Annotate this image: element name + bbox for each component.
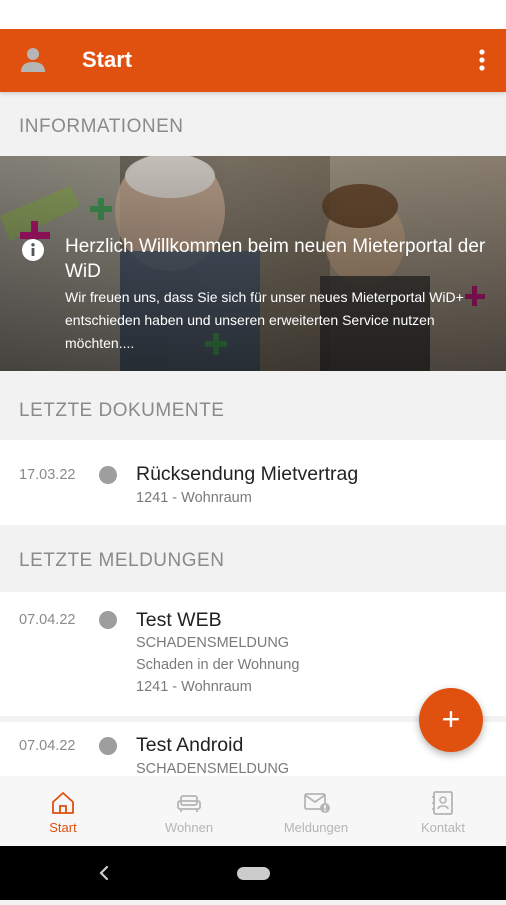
- bottom-navigation: Start Wohnen Meldungen Kontakt: [0, 776, 506, 846]
- nav-item-start[interactable]: Start: [0, 776, 126, 846]
- home-pill-icon[interactable]: [237, 867, 270, 880]
- contact-book-icon: [432, 791, 453, 815]
- status-dot: [99, 466, 117, 484]
- nav-item-meldungen[interactable]: Meldungen: [253, 776, 379, 846]
- sofa-icon: [177, 795, 201, 812]
- document-subtitle: 1241 - Wohnraum: [136, 490, 252, 506]
- banner-title: Herzlich Willkommen beim neuen Mieterpor…: [65, 236, 486, 282]
- report-date: 07.04.22: [19, 612, 76, 628]
- document-date: 17.03.22: [19, 467, 76, 483]
- section-header-dokumente: LETZTE DOKUMENTE: [19, 400, 225, 421]
- more-vert-icon[interactable]: [472, 45, 492, 75]
- add-button[interactable]: +: [419, 688, 483, 752]
- report-title: Test Android: [136, 734, 244, 756]
- banner-body: Wir freuen uns, dass Sie sich für unser …: [65, 289, 464, 351]
- home-icon: [52, 792, 74, 814]
- document-title: Rücksendung Mietvertrag: [136, 463, 359, 485]
- app-bar: Start: [0, 29, 506, 92]
- status-dot: [99, 611, 117, 629]
- nav-label: Meldungen: [283, 820, 349, 835]
- nav-item-wohnen[interactable]: Wohnen: [126, 776, 252, 846]
- nav-label: Start: [49, 820, 77, 835]
- info-icon: [21, 238, 45, 262]
- report-unit: 1241 - Wohnraum: [136, 679, 252, 695]
- nav-label: Wohnen: [164, 820, 214, 835]
- report-type: SCHADENSMELDUNG: [136, 635, 290, 651]
- system-navigation-bar: [0, 846, 506, 900]
- status-dot: [99, 737, 117, 755]
- plus-icon: +: [441, 701, 461, 737]
- mail-alert-icon: [304, 793, 330, 813]
- report-date: 07.04.22: [19, 738, 76, 754]
- section-header-informationen: INFORMATIONEN: [19, 116, 184, 137]
- back-icon[interactable]: [99, 865, 109, 881]
- person-icon[interactable]: [18, 45, 48, 75]
- report-description: Schaden in der Wohnung: [136, 657, 300, 673]
- document-list-item[interactable]: 17.03.22 Rücksendung Mietvertrag 1241 - …: [0, 440, 506, 525]
- info-banner[interactable]: Herzlich Willkommen beim neuen Mieterpor…: [0, 156, 506, 371]
- report-title: Test WEB: [136, 609, 222, 631]
- status-bar: [0, 0, 506, 29]
- nav-label: Kontakt: [420, 820, 466, 835]
- section-header-meldungen: LETZTE MELDUNGEN: [19, 550, 225, 571]
- nav-item-kontakt[interactable]: Kontakt: [380, 776, 506, 846]
- page-title: Start: [82, 47, 133, 72]
